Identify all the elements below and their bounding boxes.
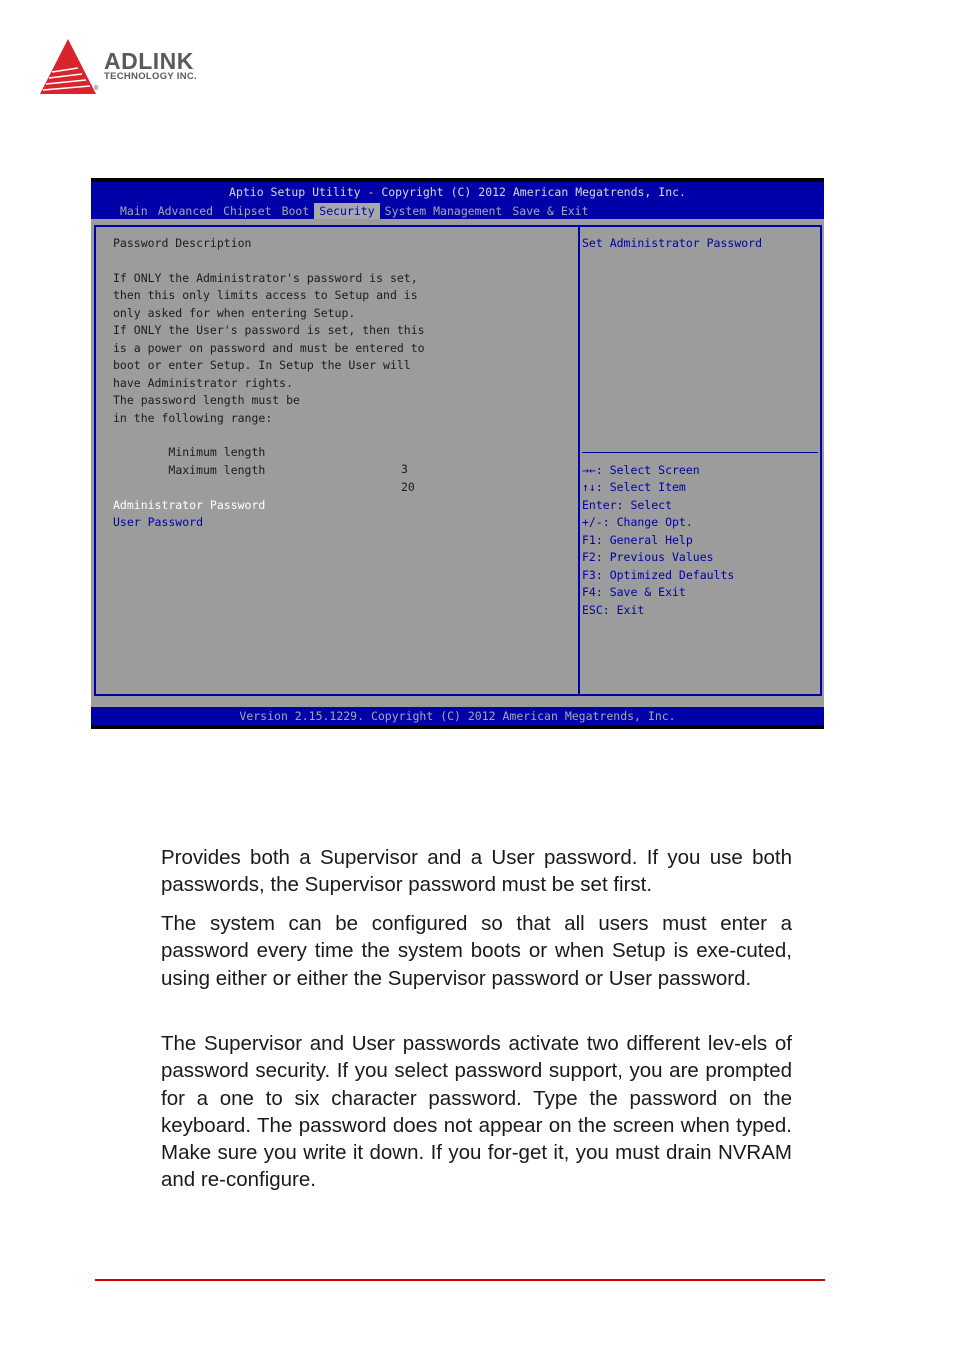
setting-label: Maximum length	[168, 463, 266, 477]
key-help-esc: ESC: Exit	[582, 603, 645, 617]
bios-title: Aptio Setup Utility - Copyright (C) 2012…	[229, 185, 686, 199]
key-help-f4: F4: Save & Exit	[582, 585, 686, 599]
settings-pane: Password Description If ONLY the Adminis…	[94, 225, 578, 696]
tab-save-exit[interactable]: Save & Exit	[507, 203, 593, 220]
adlink-triangle-icon	[40, 39, 96, 94]
paragraph-password-levels: The Supervisor and User passwords activa…	[161, 1032, 792, 1192]
description-line: is a power on password and must be enter…	[113, 341, 425, 355]
key-help-f1: F1: General Help	[582, 533, 693, 547]
footer-rule	[95, 1279, 825, 1281]
tab-boot[interactable]: Boot	[277, 203, 315, 220]
adlink-logo: ADLINK TECHNOLOGY INC. ®	[38, 38, 238, 98]
description-line: If ONLY the Administrator's password is …	[113, 271, 418, 285]
bios-footer-bar: Version 2.15.1229. Copyright (C) 2012 Am…	[91, 707, 824, 725]
logo-subtitle: TECHNOLOGY INC.	[104, 71, 197, 82]
bios-setup-screenshot: Aptio Setup Utility - Copyright (C) 2012…	[91, 178, 824, 729]
description-line: If ONLY the User's password is set, then…	[113, 323, 425, 337]
registered-mark: ®	[94, 86, 99, 92]
bios-tab-bar: Main Advanced Chipset Boot Security Syst…	[115, 203, 594, 220]
key-help-enter: Enter: Select	[582, 498, 673, 512]
description-line: in the following range:	[113, 411, 273, 425]
bios-version: Version 2.15.1229. Copyright (C) 2012 Am…	[239, 709, 676, 723]
tab-chipset[interactable]: Chipset	[218, 203, 276, 220]
description-line: then this only limits access to Setup an…	[113, 288, 418, 302]
key-help-f2: F2: Previous Values	[582, 550, 714, 564]
description-line: have Administrator rights.	[113, 376, 294, 390]
pane-heading: Password Description	[113, 236, 252, 250]
bios-body: Password Description If ONLY the Adminis…	[91, 219, 824, 707]
key-help-change-opt: +/-: Change Opt.	[582, 515, 693, 529]
tab-main[interactable]: Main	[115, 203, 153, 220]
tab-security[interactable]: Security	[314, 203, 380, 220]
setting-value: 20	[401, 480, 415, 494]
description-line: only asked for when entering Setup.	[113, 306, 356, 320]
item-help-text: Set Administrator Password	[582, 236, 763, 250]
paragraph-system-configuration: The system can be configured so that all…	[161, 912, 792, 990]
key-help-f3: F3: Optimized Defaults	[582, 568, 735, 582]
description-line: boot or enter Setup. In Setup the User w…	[113, 358, 411, 372]
user-password-item[interactable]: User Password	[113, 514, 203, 531]
administrator-password-item[interactable]: Administrator Password	[113, 497, 265, 514]
key-help-select-screen: →←: Select Screen	[582, 463, 700, 477]
description-line: The password length must be	[113, 393, 300, 407]
help-divider	[582, 452, 818, 453]
tab-advanced[interactable]: Advanced	[153, 203, 218, 220]
bios-title-bar: Aptio Setup Utility - Copyright (C) 2012…	[91, 182, 824, 220]
tab-system-management[interactable]: System Management	[380, 203, 508, 220]
help-pane: Set Administrator Password →←: Select Sc…	[578, 225, 822, 696]
paragraph-supervisor-user: Provides both a Supervisor and a User pa…	[161, 846, 792, 897]
key-help-select-item: ↑↓: Select Item	[582, 480, 686, 494]
